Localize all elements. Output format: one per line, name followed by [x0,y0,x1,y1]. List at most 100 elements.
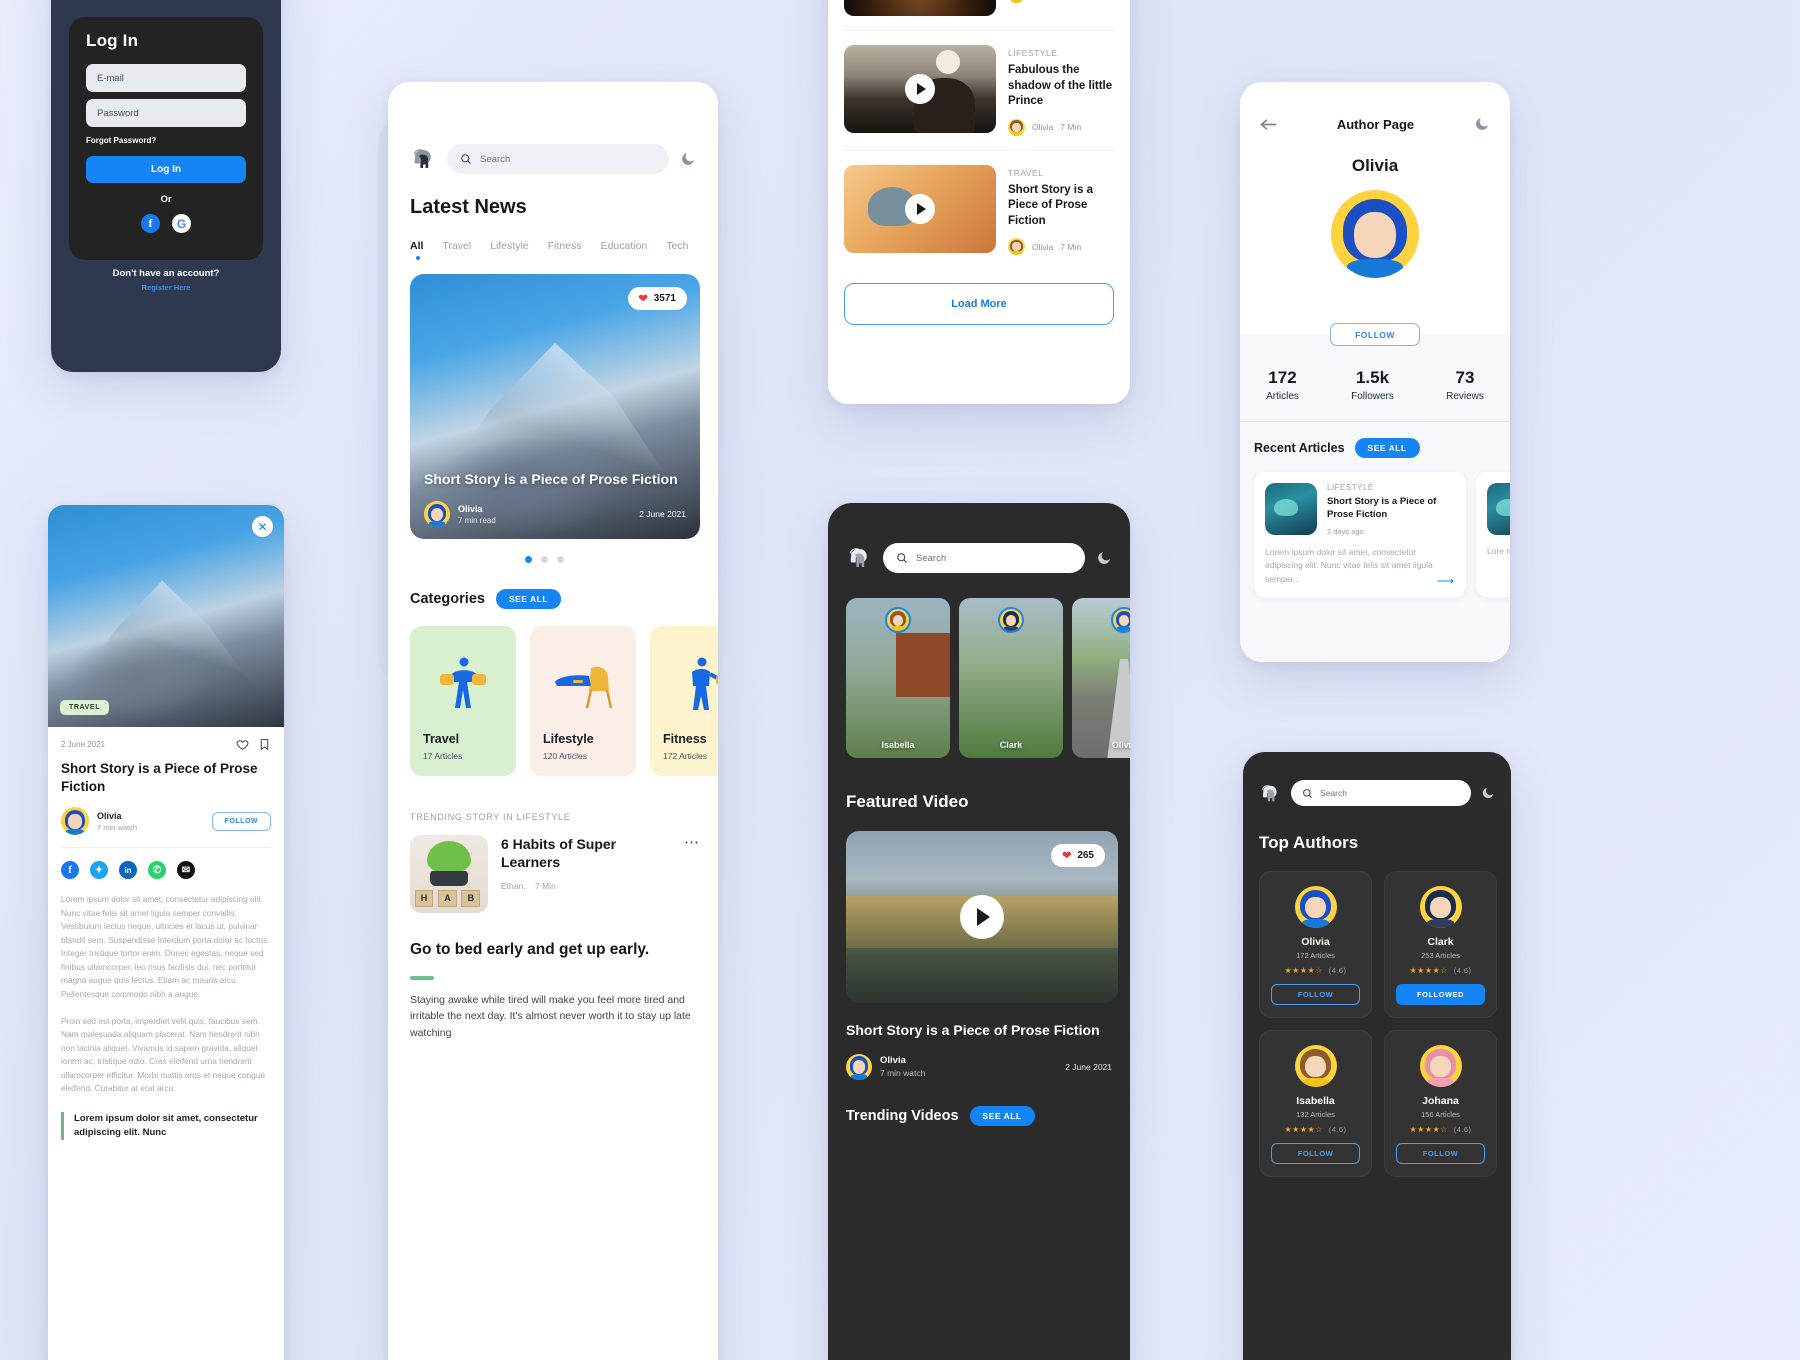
tab-all[interactable]: All [410,240,423,260]
featured-date: 2 June 2021 [1065,1061,1112,1072]
article-paragraph-2: Proin sed est porta, imperdiet velit qui… [61,1015,266,1094]
article-category: LIFESTYLE [1327,483,1374,492]
arrow-right-icon[interactable]: ⟶ [1437,574,1454,588]
google-icon[interactable]: G [172,214,191,233]
bookmark-icon[interactable] [258,738,271,751]
recent-article-top [1487,483,1510,535]
page-title: Author Page [1336,116,1415,132]
heart-outline-icon[interactable] [236,738,249,751]
video-meta: TRAVEL Short Story is a Piece of Prose F… [1008,165,1116,256]
article-thumbnail [1265,483,1317,535]
play-icon[interactable] [960,895,1004,939]
follow-button[interactable]: FOLLOW [1271,984,1360,1005]
twitter-icon[interactable]: ✦ [90,861,108,880]
category-card-lifestyle[interactable]: Lifestyle 120 Articles [530,626,636,776]
register-link[interactable]: Register Here [51,283,281,292]
recent-article-card[interactable]: LIFESTYLE Short Story is a Piece of Pros… [1254,472,1466,598]
author-name: Clark [1427,936,1454,948]
video-list-item[interactable]: TRAVEL Short Story is a Piece of Prose F… [828,151,1130,270]
video-thumbnail[interactable] [844,45,996,133]
share-row: f ✦ in ✆ ✉ [61,848,271,880]
tab-lifestyle[interactable]: Lifestyle [490,240,529,252]
author-card[interactable]: Clark 253 Articles ★★★★☆ (4.6) FOLLOWED [1384,871,1497,1018]
play-icon[interactable] [905,74,935,104]
video-thumbnail[interactable] [844,164,996,253]
author-stats: 172 Articles 1.5k Followers 73 Reviews [1240,368,1510,402]
stars-glyph: ★★★★☆ [1409,1125,1448,1134]
category-card-travel[interactable]: Travel 17 Articles [410,626,516,776]
article-hero-image: ✕ TRAVEL [48,505,284,727]
mail-icon[interactable]: ✉ [177,861,195,880]
avatar [1419,886,1462,928]
like-badge[interactable]: ❤ 265 [1051,844,1105,867]
hero-read-time: 7 min read [458,515,496,525]
login-submit-button[interactable]: Log In [86,156,246,183]
search-placeholder: Search [916,552,947,564]
follow-button[interactable]: FOLLOW [1271,1143,1360,1164]
featured-article-card[interactable]: ❤ 3571 Short Story is a Piece of Prose F… [410,274,700,539]
password-field[interactable]: Password [86,99,246,127]
trending-story-row[interactable]: H A B 6 Habits of Super Learners Ethan. … [410,835,718,913]
whatsapp-icon[interactable]: ✆ [148,861,166,880]
article-thumbnail [1487,483,1510,535]
story-card[interactable]: Olivia [1072,598,1130,758]
carousel-dot-2[interactable] [540,556,548,563]
author-article-count: 156 Articles [1421,1110,1460,1119]
video-thumbnail[interactable] [844,0,996,16]
author-card[interactable]: Johana 156 Articles ★★★★☆ (4.6) FOLLOW [1384,1030,1497,1177]
tab-fitness[interactable]: Fitness [548,240,582,252]
featured-video-card[interactable]: ❤ 265 [846,831,1118,1003]
moon-icon[interactable] [1481,786,1495,800]
avatar [1008,0,1025,4]
story-card[interactable]: Isabella [846,598,950,758]
linkedin-icon[interactable]: in [119,861,137,880]
tab-education[interactable]: Education [601,240,648,252]
travel-illustration [410,652,516,714]
category-card-fitness[interactable]: Fitness 172 Articles [650,626,718,776]
author-card[interactable]: Olivia 172 Articles ★★★★☆ (4.6) FOLLOW [1259,871,1372,1018]
video-list-item[interactable]: FITNESS A man stand alone watch the full… [828,0,1130,30]
hero-date: 2 June 2021 [639,509,686,519]
tab-travel[interactable]: Travel [442,240,471,252]
author-page-screen: Author Page Olivia FOLLOW 172 Articles 1… [1240,82,1510,662]
like-badge[interactable]: ❤ 3571 [627,287,687,310]
search-input[interactable]: Search [447,144,669,174]
story-card[interactable]: Clark [959,598,1063,758]
follow-button[interactable]: FOLLOW [1396,1143,1485,1164]
moon-icon[interactable] [1474,116,1490,132]
load-more-button[interactable]: Load More [844,283,1114,326]
facebook-icon[interactable]: f [141,214,160,233]
search-input[interactable]: Search [883,543,1085,573]
password-placeholder: Password [97,107,139,119]
see-all-recent-button[interactable]: SEE ALL [1354,438,1420,458]
recent-articles-row: LIFESTYLE Short Story is a Piece of Pros… [1240,458,1510,598]
video-author-row: Olivia 7 Min [1008,238,1116,256]
follow-button[interactable]: FOLLOW [1330,323,1420,346]
search-icon [1303,788,1312,798]
author-card[interactable]: Isabella 132 Articles ★★★★☆ (4.6) FOLLOW [1259,1030,1372,1177]
forgot-password-link[interactable]: Forgot Password? [86,136,246,145]
video-list-item[interactable]: LIFESTYLE Fabulous the shadow of the lit… [828,31,1130,150]
followed-button[interactable]: FOLLOWED [1396,984,1485,1005]
facebook-icon[interactable]: f [61,861,79,880]
see-all-trending-button[interactable]: SEE ALL [969,1105,1035,1126]
moon-icon[interactable] [680,151,696,167]
moon-icon[interactable] [1096,550,1112,566]
avatar [424,501,450,527]
stat-value: 1.5k [1355,368,1390,387]
follow-button[interactable]: FOLLOW [211,811,271,831]
top-authors-screen: Search Top Authors Olivia 172 Articles ★… [1243,752,1511,1360]
back-arrow-icon[interactable] [1260,118,1277,131]
kebab-menu-icon[interactable]: ⋯ [684,835,700,850]
read-time: 7 min watch [97,822,138,832]
recent-article-card[interactable]: Lore mdf ipsu [1476,472,1510,598]
see-all-categories-button[interactable]: SEE ALL [495,589,562,609]
carousel-dot-1[interactable] [524,556,532,563]
play-icon[interactable] [905,193,935,224]
carousel-dot-3[interactable] [556,556,564,563]
tab-tech[interactable]: Tech [666,240,688,252]
trending-title: 6 Habits of Super Learners [501,836,617,871]
close-icon[interactable]: ✕ [252,516,273,537]
email-field[interactable]: E-mail [86,64,246,92]
search-input[interactable]: Search [1291,780,1471,806]
